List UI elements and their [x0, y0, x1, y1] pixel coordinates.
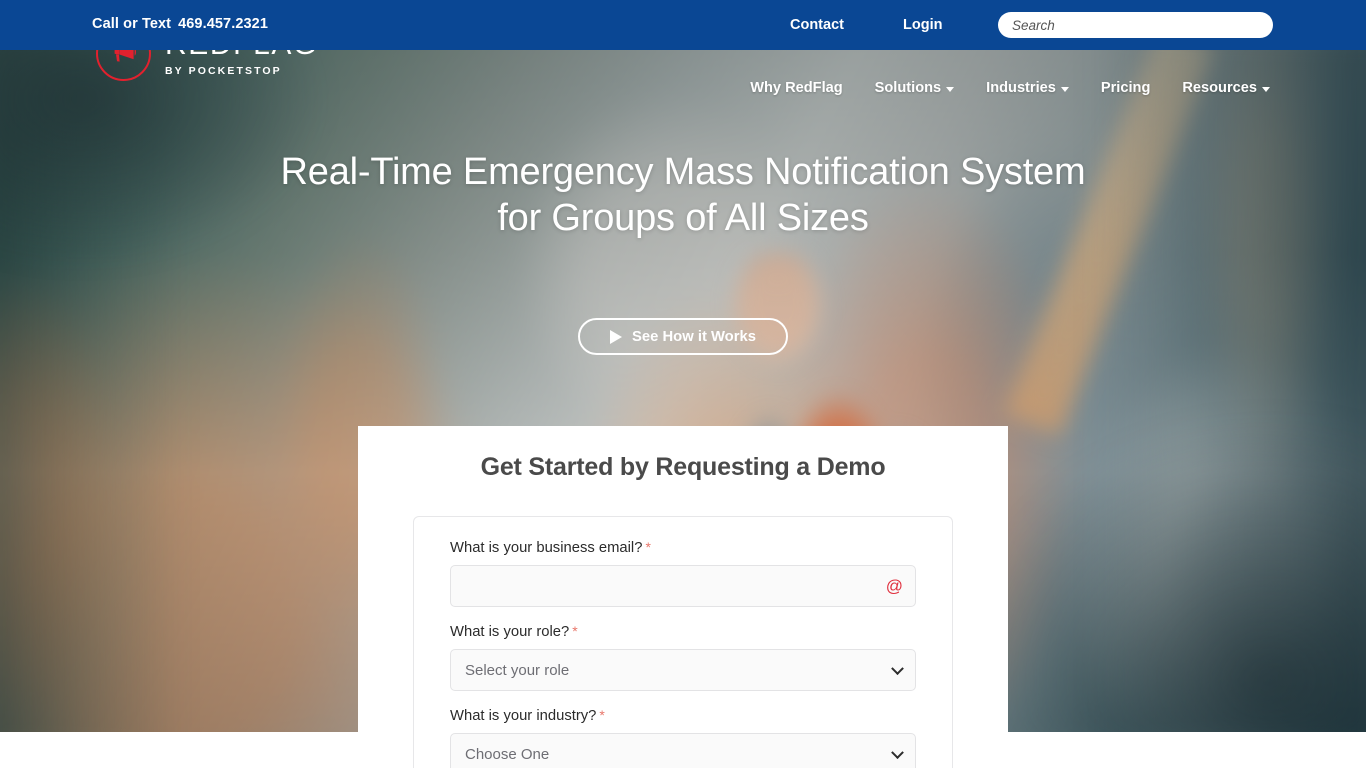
- top-utility-bar: Call or Text 469.457.2321 Contact Login: [0, 0, 1366, 50]
- nav-item-label: Why RedFlag: [750, 80, 843, 96]
- industry-label-text: What is your industry?: [450, 708, 597, 724]
- contact-link[interactable]: Contact: [790, 17, 844, 33]
- chevron-down-icon: [1262, 87, 1270, 92]
- search-input[interactable]: [998, 12, 1273, 38]
- phone-label: Call or Text: [92, 16, 172, 32]
- nav-item-label: Resources: [1182, 80, 1257, 96]
- field-industry: What is your industry? * Choose One: [450, 707, 916, 768]
- nav-item-label: Pricing: [1100, 80, 1151, 96]
- nav-item-label: Industries: [986, 80, 1056, 96]
- role-label: What is your role? *: [450, 623, 916, 640]
- business-email-label-text: What is your business email?: [450, 540, 643, 556]
- industry-select-wrap: Choose One: [450, 733, 916, 768]
- hero-headline-line2: for Groups of All Sizes: [497, 196, 869, 239]
- demo-request-form: What is your business email? * @ What is …: [413, 516, 953, 768]
- demo-request-card: Get Started by Requesting a Demo What is…: [358, 426, 1008, 768]
- play-icon: [610, 329, 623, 344]
- role-select-value: Select your role: [465, 661, 570, 679]
- business-email-input[interactable]: [450, 565, 916, 607]
- nav-menu: Why RedFlag Solutions Industries Pricing…: [750, 80, 1270, 96]
- nav-item-pricing[interactable]: Pricing: [1101, 80, 1150, 96]
- form-heading: Get Started by Requesting a Demo: [480, 453, 886, 481]
- chevron-down-icon: [1060, 87, 1069, 92]
- hero-headline: Real-Time Emergency Mass Notification Sy…: [0, 150, 1366, 241]
- see-how-it-works-label: See How it Works: [632, 328, 756, 345]
- nav-item-solutions[interactable]: Solutions: [874, 80, 955, 96]
- industry-select[interactable]: Choose One: [450, 733, 916, 768]
- required-marker: *: [599, 707, 605, 723]
- field-business-email: What is your business email? * @: [450, 539, 916, 607]
- nav-item-resources[interactable]: Resources: [1182, 80, 1270, 96]
- phone-contact[interactable]: Call or Text 469.457.2321: [92, 16, 268, 32]
- business-email-input-wrap: @: [450, 565, 916, 607]
- chevron-down-icon: [946, 87, 955, 92]
- role-label-text: What is your role?: [450, 624, 570, 640]
- nav-item-why-redflag[interactable]: Why RedFlag: [750, 80, 842, 96]
- login-link[interactable]: Login: [903, 17, 942, 33]
- role-select[interactable]: Select your role: [450, 649, 916, 691]
- role-select-wrap: Select your role: [450, 649, 916, 691]
- see-how-it-works-button[interactable]: See How it Works: [578, 318, 788, 355]
- required-marker: *: [572, 623, 578, 639]
- brand-tagline: BY POCKETSTOP: [165, 65, 282, 77]
- nav-item-label: Solutions: [874, 80, 942, 96]
- field-role: What is your role? * Select your role: [450, 623, 916, 691]
- phone-number[interactable]: 469.457.2321: [178, 16, 268, 32]
- hero-headline-line1: Real-Time Emergency Mass Notification Sy…: [280, 151, 1086, 193]
- industry-label: What is your industry? *: [450, 707, 916, 724]
- nav-item-industries[interactable]: Industries: [986, 80, 1069, 96]
- required-marker: *: [645, 539, 651, 555]
- business-email-label: What is your business email? *: [450, 539, 916, 556]
- industry-select-value: Choose One: [465, 745, 550, 763]
